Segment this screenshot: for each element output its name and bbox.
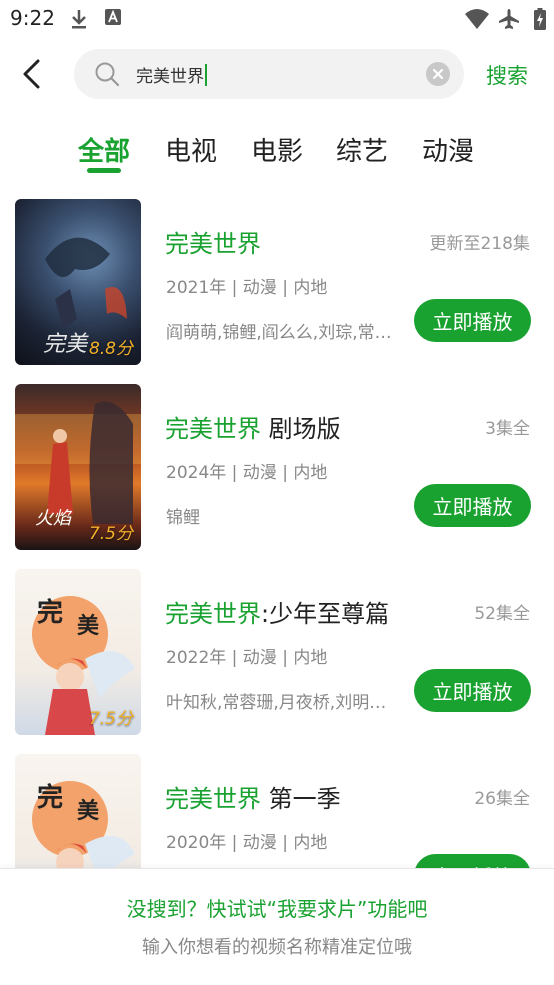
episode-status: 26集全 bbox=[474, 789, 530, 809]
result-meta: 2020年 | 动漫 | 内地 bbox=[166, 833, 328, 853]
result-cast: 叶知秋,常蓉珊,月夜桥,刘明… bbox=[166, 693, 387, 713]
airplane-mode-icon bbox=[499, 9, 519, 29]
poster-image[interactable]: 完美 8.8分 bbox=[15, 199, 141, 365]
episode-status: 更新至218集 bbox=[429, 234, 530, 254]
search-icon bbox=[95, 62, 120, 87]
font-app-icon bbox=[105, 9, 121, 25]
result-title[interactable]: 完美世界:少年至尊篇 bbox=[165, 594, 389, 629]
poster-image[interactable]: 火焰 7.5分 bbox=[15, 384, 141, 550]
result-meta: 2022年 | 动漫 | 内地 bbox=[166, 648, 328, 668]
search-field[interactable]: 完美世界 bbox=[74, 49, 464, 99]
clear-search-button[interactable] bbox=[426, 62, 450, 86]
play-button[interactable]: 立即播放 bbox=[414, 484, 531, 527]
download-icon bbox=[72, 10, 86, 29]
tab-all[interactable]: 全部 bbox=[78, 131, 130, 168]
active-tab-indicator bbox=[87, 168, 121, 173]
play-button[interactable]: 立即播放 bbox=[414, 299, 531, 342]
result-item[interactable]: 完 美 7.5分 完美世界:少年至尊篇 52集全 2022年 | 动漫 | 内地… bbox=[0, 569, 554, 739]
search-input[interactable]: 完美世界 bbox=[136, 62, 207, 87]
tab-movie[interactable]: 电影 bbox=[251, 131, 303, 168]
rating-score: 8.8分 bbox=[88, 339, 133, 359]
text-cursor bbox=[205, 64, 207, 86]
request-banner: 没搜到？快试试“我要求片”功能吧 输入你想看的视频名称精准定位哦 bbox=[0, 868, 554, 985]
search-button[interactable]: 搜索 bbox=[486, 60, 528, 90]
status-time: 9:22 bbox=[10, 6, 55, 30]
svg-text:美: 美 bbox=[77, 613, 100, 639]
request-prompt[interactable]: 没搜到？快试试“我要求片”功能吧 bbox=[0, 893, 554, 922]
result-title[interactable]: 完美世界 第一季 bbox=[165, 779, 341, 814]
result-title[interactable]: 完美世界 剧场版 bbox=[165, 409, 341, 444]
wifi-icon bbox=[465, 9, 489, 29]
result-title[interactable]: 完美世界 bbox=[165, 224, 261, 259]
request-hint: 输入你想看的视频名称精准定位哦 bbox=[142, 937, 412, 958]
result-item[interactable]: 火焰 7.5分 完美世界 剧场版 3集全 2024年 | 动漫 | 内地 锦鲤 … bbox=[0, 384, 554, 554]
poster-image[interactable]: 完 美 7.5分 bbox=[15, 569, 141, 735]
svg-text:美: 美 bbox=[77, 798, 100, 824]
svg-text:完: 完 bbox=[37, 597, 63, 628]
status-bar: 9:22 bbox=[0, 0, 554, 38]
episode-status: 3集全 bbox=[485, 419, 530, 439]
svg-text:火焰: 火焰 bbox=[35, 508, 73, 529]
tab-tv[interactable]: 电视 bbox=[165, 131, 217, 168]
close-icon bbox=[432, 68, 444, 80]
svg-text:完美: 完美 bbox=[43, 332, 89, 357]
rating-score: 7.5分 bbox=[88, 524, 133, 544]
back-button[interactable] bbox=[14, 56, 50, 92]
tab-anime[interactable]: 动漫 bbox=[422, 131, 474, 168]
result-cast: 锦鲤 bbox=[166, 508, 200, 528]
episode-status: 52集全 bbox=[474, 604, 530, 624]
svg-text:完: 完 bbox=[37, 782, 63, 813]
rating-score: 7.5分 bbox=[88, 709, 133, 729]
tab-variety[interactable]: 综艺 bbox=[336, 131, 388, 168]
result-item[interactable]: 完美 8.8分 完美世界 更新至218集 2021年 | 动漫 | 内地 阎萌萌… bbox=[0, 199, 554, 369]
result-cast: 阎萌萌,锦鲤,阎么么,刘琮,常… bbox=[166, 323, 392, 343]
result-meta: 2024年 | 动漫 | 内地 bbox=[166, 463, 328, 483]
chevron-left-icon bbox=[23, 59, 40, 89]
play-button[interactable]: 立即播放 bbox=[414, 669, 531, 712]
result-meta: 2021年 | 动漫 | 内地 bbox=[166, 278, 328, 298]
battery-charging-icon bbox=[534, 8, 546, 30]
